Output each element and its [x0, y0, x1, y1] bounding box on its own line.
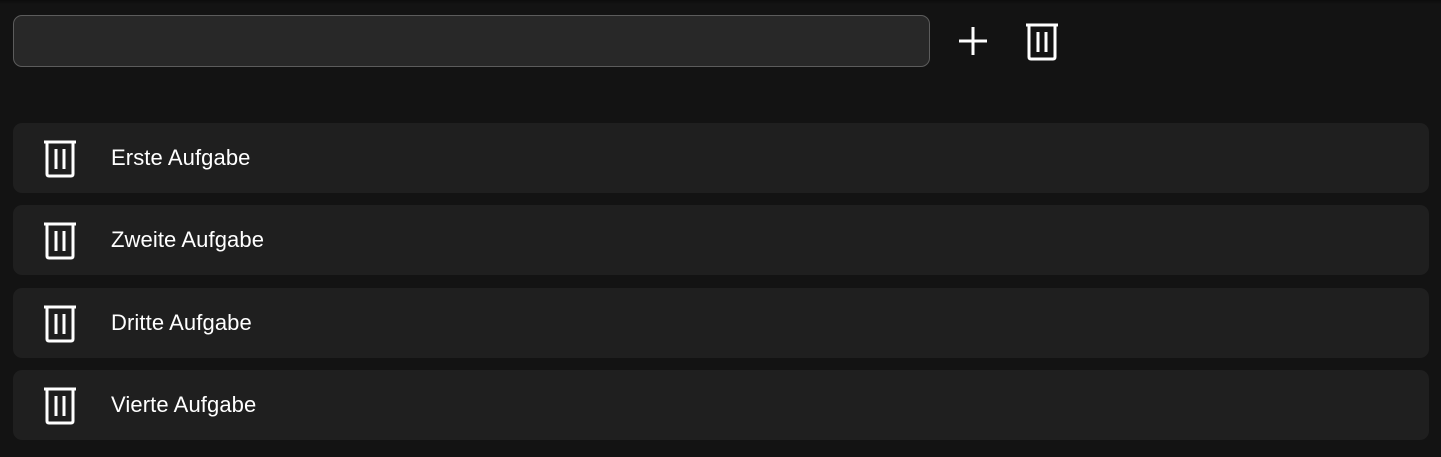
trash-icon	[42, 303, 78, 343]
new-task-input[interactable]	[13, 15, 930, 67]
delete-task-button[interactable]	[40, 301, 80, 345]
trash-icon	[42, 385, 78, 425]
task-list: Erste Aufgabe Zweite Aufgabe Dritte Aufg…	[13, 123, 1429, 452]
trash-icon	[42, 138, 78, 178]
task-label: Erste Aufgabe	[111, 145, 251, 170]
todo-app: Erste Aufgabe Zweite Aufgabe Dritte Aufg…	[0, 0, 1441, 457]
task-item: Dritte Aufgabe	[13, 288, 1429, 358]
add-task-button[interactable]	[953, 21, 993, 61]
task-label: Zweite Aufgabe	[111, 227, 265, 252]
delete-task-button[interactable]	[40, 383, 80, 427]
task-label: Vierte Aufgabe	[111, 392, 257, 417]
trash-icon	[42, 220, 78, 260]
task-item: Zweite Aufgabe	[13, 205, 1429, 275]
plus-icon	[956, 24, 990, 58]
trash-icon	[1024, 21, 1060, 61]
task-item: Vierte Aufgabe	[13, 370, 1429, 440]
delete-task-button[interactable]	[40, 136, 80, 180]
toolbar	[13, 15, 1062, 67]
task-item: Erste Aufgabe	[13, 123, 1429, 193]
delete-all-button[interactable]	[1022, 19, 1062, 63]
window-top-edge	[0, 0, 1441, 4]
task-label: Dritte Aufgabe	[111, 310, 252, 335]
delete-task-button[interactable]	[40, 218, 80, 262]
